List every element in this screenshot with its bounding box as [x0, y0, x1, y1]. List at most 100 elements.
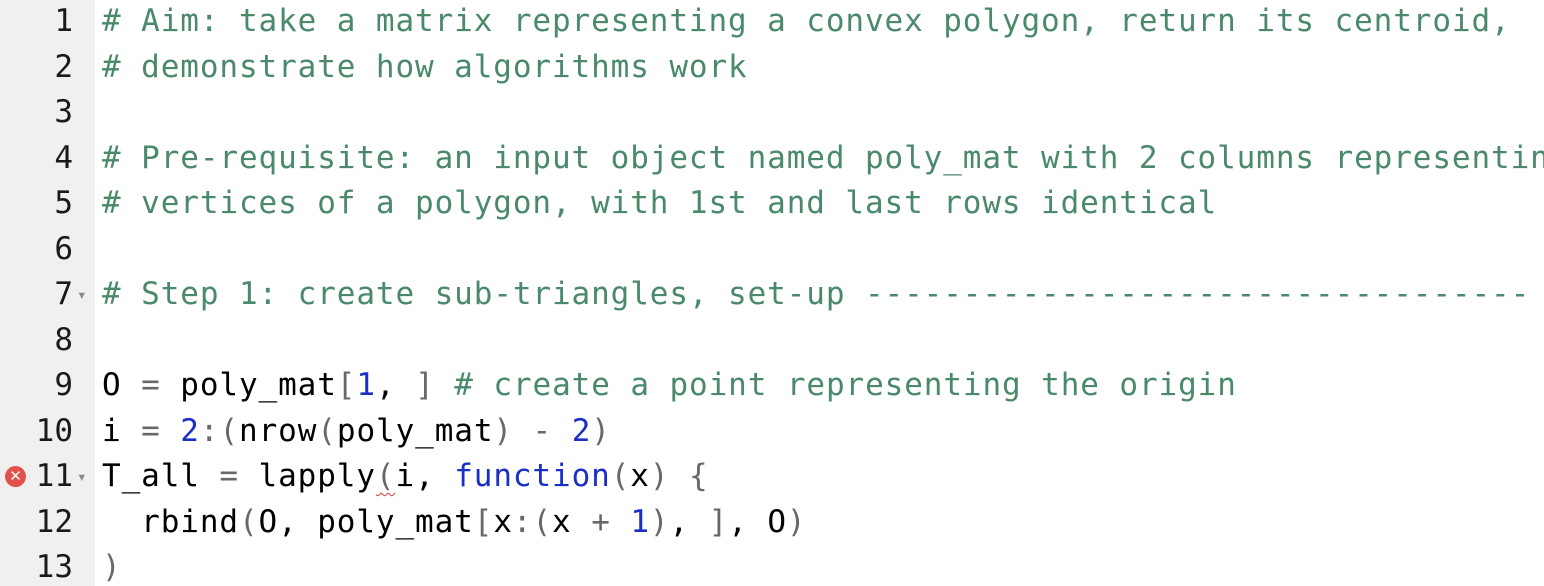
gutter-cell: 9 [0, 363, 95, 409]
code-token: = [219, 458, 239, 494]
line-number: 11 [35, 458, 73, 494]
code-text[interactable]: i = 2:(nrow(poly_mat) - 2) [102, 409, 611, 455]
code-token: # demonstrate how algorithms work [102, 48, 748, 85]
code-text[interactable]: # Pre-requisite: an input object named p… [102, 136, 1544, 182]
code-token: 1 [356, 367, 376, 403]
gutter-cell: 5 [0, 181, 95, 227]
code-token: T_all [102, 458, 220, 494]
code-line[interactable]: 5 # vertices of a polygon, with 1st and l… [0, 181, 1544, 227]
line-number: 12 [35, 503, 73, 540]
code-token: ( [317, 412, 337, 449]
code-line[interactable]: 2 # demonstrate how algorithms work [0, 45, 1544, 91]
gutter-cell: 10 [0, 409, 95, 455]
code-token: [ [336, 367, 357, 403]
fold-toggle-icon[interactable]: ▾ [77, 454, 87, 500]
code-line[interactable]: 6 [0, 227, 1544, 273]
code-token: poly_mat [336, 412, 494, 449]
code-token: ) [102, 549, 122, 585]
code-token: ) [493, 412, 513, 449]
code-text[interactable]: O = poly_mat[1, ] # create a point repre… [102, 363, 1237, 409]
code-line[interactable]: ✕ 11 ▾ T_all = lapply(i, function(x) { [0, 454, 1544, 500]
line-number: 10 [35, 412, 73, 449]
gutter-cell: 8 [0, 318, 95, 364]
code-token: # Pre-requisite: an input object named p… [102, 139, 1544, 176]
code-text[interactable]: ) [102, 545, 122, 586]
code-text[interactable]: # vertices of a polygon, with 1st and la… [102, 181, 1217, 227]
code-token: 1 [630, 503, 650, 540]
code-line[interactable]: 3 [0, 90, 1544, 136]
line-number: 2 [54, 48, 73, 85]
error-icon[interactable]: ✕ [5, 466, 26, 487]
gutter-cell: 6 [0, 227, 95, 273]
code-token: # Aim: take a matrix representing a conv… [102, 3, 1511, 39]
code-token: : [199, 412, 220, 449]
line-number: 13 [35, 549, 73, 585]
code-token: function [454, 458, 611, 494]
code-line[interactable]: 10 i = 2:(nrow(poly_mat) - 2) [0, 409, 1544, 455]
line-number: 6 [54, 230, 73, 267]
code-token: O [102, 367, 142, 403]
line-number: 4 [54, 139, 73, 176]
gutter-cell: 12 [0, 500, 95, 546]
code-token: nrow [239, 412, 318, 449]
code-line[interactable]: 7 ▾ # Step 1: create sub-triangles, set-up… [0, 272, 1544, 318]
code-token: = [141, 367, 161, 403]
code-text[interactable]: # demonstrate how algorithms work [102, 45, 748, 91]
code-text[interactable]: # Aim: take a matrix representing a conv… [102, 0, 1511, 45]
code-token: poly_mat [160, 367, 337, 403]
code-text[interactable]: rbind(O, poly_mat[x:(x + 1), ], O) [102, 500, 807, 546]
code-token: ( [532, 503, 553, 540]
code-line[interactable]: 8 [0, 318, 1544, 364]
code-token: { [689, 458, 709, 494]
gutter-cell: 1 [0, 0, 95, 45]
code-line[interactable]: 12 rbind(O, poly_mat[x:(x + 1), ], O) [0, 500, 1544, 546]
gutter-cell: ✕ 11 ▾ [0, 454, 95, 500]
gutter-cell: 13 [0, 545, 95, 586]
line-number: 1 [54, 3, 73, 39]
code-token: ) [649, 503, 670, 540]
code-token: rbind [102, 503, 239, 540]
code-token: O, poly_mat [258, 503, 474, 540]
fold-toggle-icon[interactable]: ▾ [77, 272, 87, 318]
code-token: ] [415, 367, 435, 403]
code-token: i, [395, 458, 455, 494]
code-editor[interactable]: 1 # Aim: take a matrix representing a con… [0, 0, 1544, 586]
code-text[interactable]: # Step 1: create sub-triangles, set-up -… [102, 272, 1530, 318]
code-token: 2 [571, 412, 592, 449]
line-number: 7 [54, 276, 73, 312]
code-line[interactable]: 1 # Aim: take a matrix representing a con… [0, 0, 1544, 45]
code-token: # create a point representing the origin [454, 367, 1237, 403]
line-number: 9 [54, 367, 73, 403]
code-token: # Step 1: create sub-triangles, set-up -… [102, 276, 1531, 312]
code-token: : [512, 503, 533, 540]
code-token: ] [708, 503, 729, 540]
code-token: ( [375, 458, 396, 494]
code-text[interactable]: T_all = lapply(i, function(x) { [102, 454, 709, 500]
code-token: , O [728, 503, 787, 540]
code-token: x [493, 503, 513, 540]
line-number: 8 [54, 321, 73, 358]
code-token: , [375, 367, 416, 403]
code-line[interactable]: 13) [0, 545, 1544, 586]
code-token: ( [610, 458, 631, 494]
code-token: x [552, 503, 592, 540]
code-token: ( [219, 412, 240, 449]
code-token: + [591, 503, 611, 540]
code-token: = [141, 412, 161, 449]
code-token: x [630, 458, 650, 494]
code-line[interactable]: 4 # Pre-requisite: an input object named … [0, 136, 1544, 182]
code-line[interactable]: 9O = poly_mat[1, ] # create a point repr… [0, 363, 1544, 409]
code-token: - [532, 412, 553, 449]
code-token: i [102, 412, 142, 449]
code-token: ) [591, 412, 611, 449]
code-token: ) [786, 503, 807, 540]
gutter-cell: 3 [0, 90, 95, 136]
code-token: [ [473, 503, 494, 540]
code-token: # vertices of a polygon, with 1st and la… [102, 185, 1218, 221]
